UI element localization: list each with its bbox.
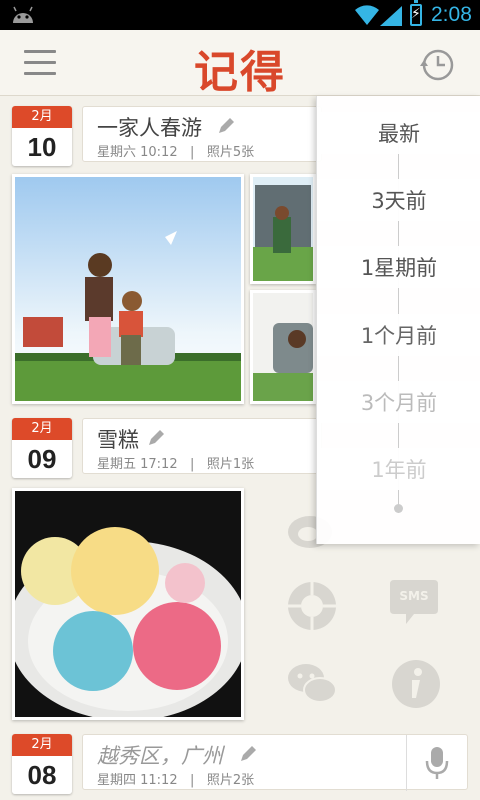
date-badge: 2月 09 (12, 418, 72, 478)
photo-car-trunk[interactable] (250, 174, 316, 284)
time-filter-latest[interactable]: 最新 (317, 112, 480, 154)
time-filter-1-year[interactable]: 1年前 (317, 448, 480, 490)
entry-photo-count: 照片5张 (206, 145, 255, 160)
status-time: 2:08 (431, 3, 472, 26)
entry-title: 一家人春游 (97, 116, 202, 140)
status-bar: 2:08 (0, 0, 480, 30)
entry-photo-count: 照片2张 (206, 773, 255, 788)
camera-shutter-icon[interactable] (284, 578, 340, 634)
entry-title: 雪糕 (97, 428, 139, 452)
wechat-icon[interactable] (284, 656, 340, 712)
date-month: 2月 (12, 734, 72, 756)
pencil-icon[interactable] (217, 117, 235, 135)
photo-car-window[interactable] (250, 290, 316, 404)
microphone-button[interactable] (406, 735, 466, 791)
date-month: 2月 (12, 418, 72, 440)
info-icon[interactable] (388, 656, 444, 712)
date-month: 2月 (12, 106, 72, 128)
date-badge: 2月 10 (12, 106, 72, 166)
entry-datetime: 星期六 10:12 (97, 145, 178, 160)
pencil-icon[interactable] (239, 745, 257, 763)
entry-title-card[interactable]: 雪糕 星期五 17:12 | 照片1张 (82, 418, 322, 474)
date-day: 08 (12, 756, 72, 794)
sms-icon[interactable]: SMS (388, 580, 440, 624)
time-filter-1-week[interactable]: 1星期前 (317, 246, 480, 288)
meta-separator: | (190, 457, 195, 472)
app-bar: 记得 (0, 30, 480, 98)
sms-label: SMS (399, 589, 429, 603)
signal-icon (380, 6, 402, 26)
timeline-dot (394, 504, 403, 513)
time-filter-1-month[interactable]: 1个月前 (317, 314, 480, 356)
app-title: 记得 (194, 47, 286, 98)
wifi-icon (355, 5, 379, 25)
entry-datetime: 星期五 17:12 (97, 457, 178, 472)
microphone-icon (425, 747, 449, 779)
time-filter-3-months[interactable]: 3个月前 (317, 381, 480, 423)
battery-icon (410, 0, 422, 26)
meta-separator: | (190, 145, 195, 160)
history-clock-icon[interactable] (418, 46, 456, 84)
pencil-icon[interactable] (147, 429, 165, 447)
entry-title: 越秀区，广州 (97, 744, 223, 768)
photo-family-kite[interactable] (12, 174, 244, 404)
entry-meta: 星期四 11:12 | 照片2张 (97, 769, 254, 788)
time-filter-3-days[interactable]: 3天前 (317, 179, 480, 221)
date-day: 10 (12, 128, 72, 166)
photo-ice-cream[interactable] (12, 488, 244, 720)
meta-separator: | (190, 773, 195, 788)
date-badge: 2月 08 (12, 734, 72, 794)
entry-title-card[interactable]: 一家人春游 星期六 10:12 | 照片5张 (82, 106, 322, 162)
entry-meta: 星期五 17:12 | 照片1张 (97, 453, 254, 472)
android-icon (13, 6, 33, 23)
entry-meta: 星期六 10:12 | 照片5张 (97, 141, 254, 160)
date-day: 09 (12, 440, 72, 478)
time-filter-dropdown: 最新 3天前 1星期前 1个月前 3个月前 1年前 (316, 96, 480, 544)
entry-photo-count: 照片1张 (206, 457, 255, 472)
entry-datetime: 星期四 11:12 (97, 773, 178, 788)
